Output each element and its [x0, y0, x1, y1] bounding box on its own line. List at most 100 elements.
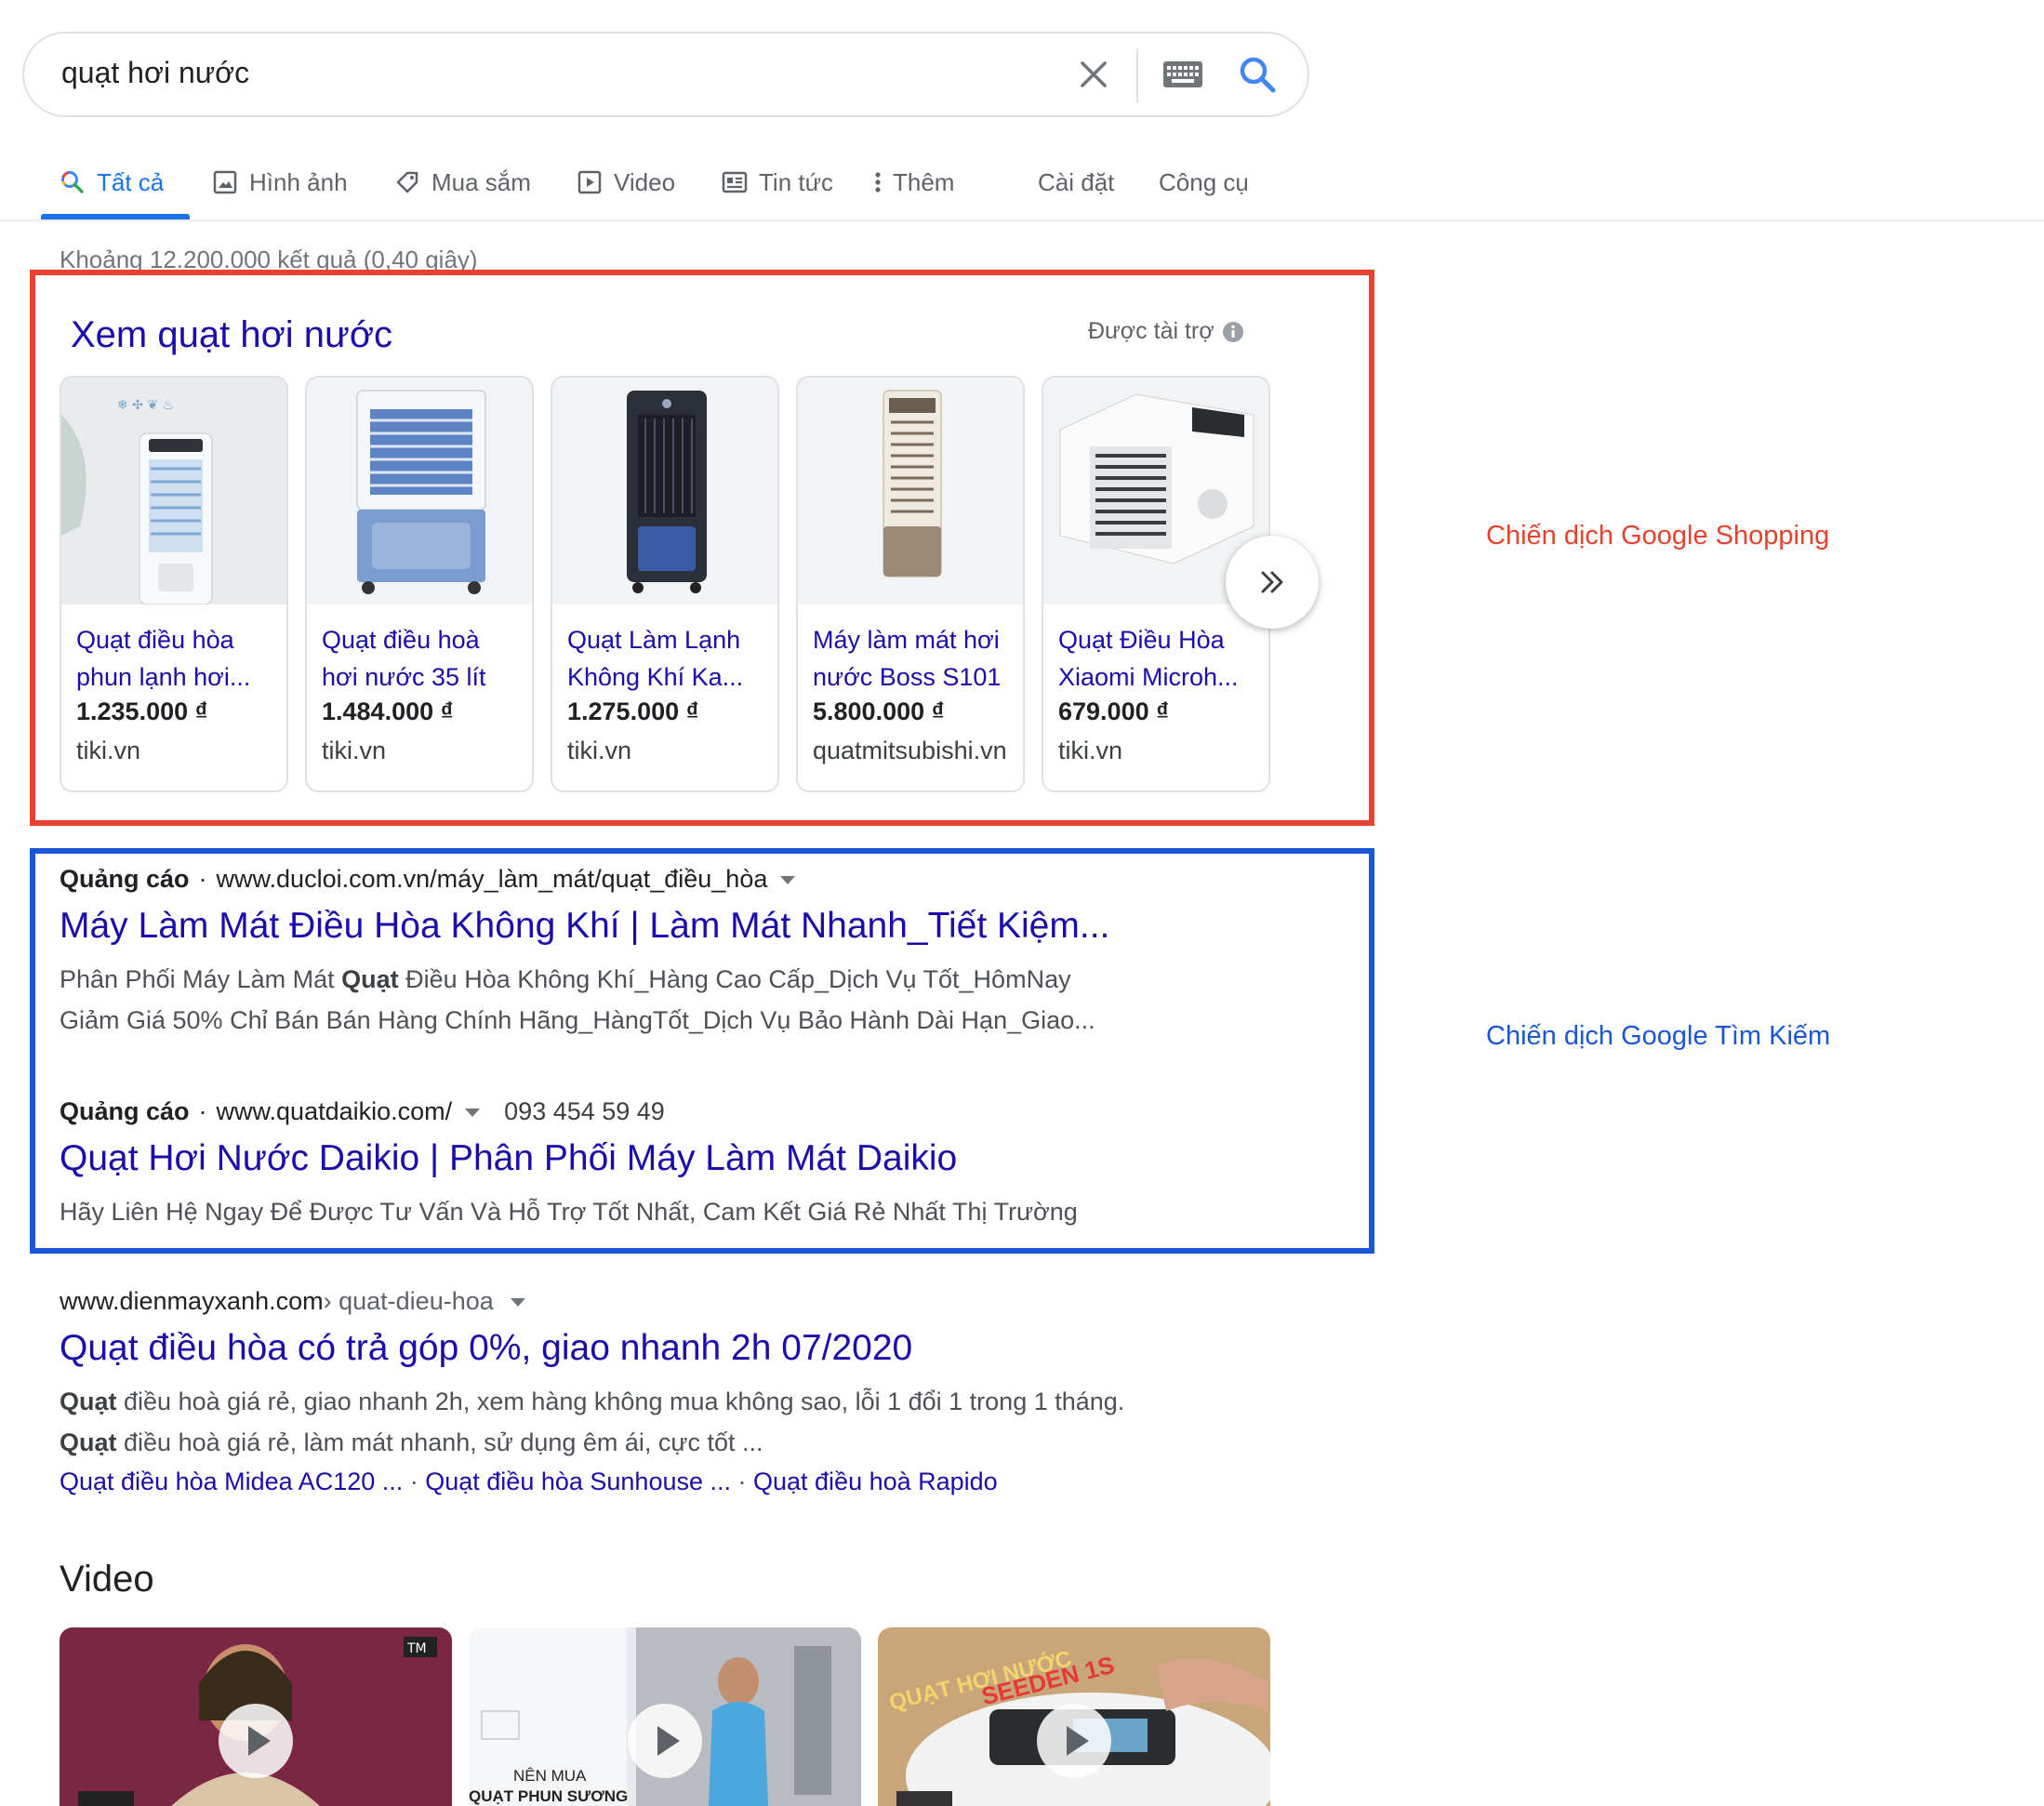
svg-text:TM: TM — [406, 1641, 427, 1656]
shopping-campaign-label: Chiến dịch Google Shopping — [1486, 521, 1830, 551]
ad-badge: Quảng cáo — [60, 1097, 190, 1125]
result-breadcrumb: › quat-dieu-hoa — [323, 1287, 494, 1315]
sitelink[interactable]: Quạt điều hòa Midea AC120 ... — [60, 1467, 403, 1495]
product-name-line: Quạt Làm Lạnh — [567, 626, 741, 654]
product-name[interactable]: Quạt Điều Hòa Xiaomi Microh... — [1058, 621, 1263, 696]
result-url[interactable]: www.dienmayxanh.com › quat-dieu-hoa — [60, 1287, 527, 1316]
product-price: 1.235.000 ₫ — [76, 697, 208, 725]
product-name-line: Máy làm mát hơi — [813, 626, 1000, 654]
search-campaign-label: Chiến dịch Google Tìm Kiếm — [1486, 1021, 1831, 1051]
product-name[interactable]: Quạt Làm Lạnh Không Khí Ka... — [567, 621, 772, 696]
product-name[interactable]: Quạt điều hòa phun lạnh hơi... — [76, 621, 281, 696]
product-image: ❄ ✣ ❦ ♨ — [61, 378, 286, 604]
product-price: 5.800.000 ₫ — [813, 697, 945, 725]
product-image — [552, 378, 777, 604]
result-title[interactable]: Quạt điều hòa có trả góp 0%, giao nhanh … — [60, 1328, 912, 1369]
tab-tools[interactable]: Công cụ — [1159, 164, 1249, 201]
tab-label: Mua sắm — [431, 167, 531, 196]
play-icon — [248, 1726, 271, 1756]
carousel-next-button[interactable] — [1226, 536, 1319, 629]
clear-icon[interactable] — [1071, 52, 1116, 97]
product-name-line: phun lạnh hơi... — [76, 663, 251, 691]
ad-description: Giảm Giá 50% Chỉ Bán Bán Hàng Chính Hãng… — [60, 1006, 1095, 1034]
active-tab-indicator — [41, 214, 190, 219]
svg-text:❄ ✣ ❦ ♨: ❄ ✣ ❦ ♨ — [117, 398, 174, 413]
ad-description: Phân Phối Máy Làm Mát Quạt Điều Hòa Khôn… — [60, 965, 1071, 994]
product-name-line: hơi nước 35 lít — [322, 663, 486, 691]
product-name-line: Xiaomi Microh... — [1058, 663, 1239, 691]
caret-down-icon[interactable] — [463, 1106, 482, 1119]
play-button[interactable] — [1037, 1704, 1111, 1778]
ad-title[interactable]: Máy Làm Mát Điều Hòa Không Khí | Làm Mát… — [60, 906, 1109, 947]
play-icon — [1067, 1726, 1089, 1756]
tab-label: Video — [614, 167, 676, 196]
keyboard-icon[interactable] — [1162, 60, 1203, 91]
tag-icon — [396, 171, 418, 193]
product-card[interactable]: Quạt Làm Lạnh Không Khí Ka... 1.275.000 … — [551, 376, 779, 792]
search-tabs: Tất cả Hình ảnh Mua sắm Video Tin tức Th… — [0, 139, 2044, 221]
more-vert-icon — [875, 172, 881, 193]
sponsored-text: Được tài trợ — [1088, 318, 1214, 344]
shopping-title[interactable]: Xem quạt hơi nước — [71, 314, 392, 356]
tab-images[interactable]: Hình ảnh — [212, 164, 348, 201]
tab-video[interactable]: Video — [577, 164, 675, 201]
sponsored-label: Được tài trợ — [1088, 318, 1244, 345]
ad-badge: Quảng cáo — [60, 865, 190, 893]
product-card[interactable]: Quạt điều hoà hơi nước 35 lít 1.484.000 … — [305, 376, 534, 792]
sitelink[interactable]: Quạt điều hoà Rapido — [753, 1467, 998, 1495]
tab-all[interactable]: Tất cả — [60, 164, 164, 201]
tab-label: Hình ảnh — [249, 167, 348, 196]
ad-desc-text: Điều Hòa Không Khí_Hàng Cao Cấp_Dịch Vụ … — [398, 965, 1071, 993]
tab-news[interactable]: Tin tức — [722, 164, 833, 201]
info-icon[interactable] — [1222, 321, 1244, 343]
snippet-bold: Quạt — [60, 1428, 117, 1456]
product-store: tiki.vn — [1058, 737, 1123, 764]
image-icon — [213, 170, 237, 194]
snippet-text: điều hoà giá rẻ, làm mát nhanh, sử dụng … — [116, 1428, 763, 1456]
video-thumbnail[interactable]: TM — [60, 1627, 452, 1806]
search-divider — [1136, 48, 1138, 102]
product-name-line: Quạt điều hòa — [76, 626, 234, 654]
product-price: 1.484.000 ₫ — [322, 697, 454, 725]
product-price: 1.275.000 ₫ — [567, 697, 699, 725]
search-input[interactable]: quạt hơi nước — [61, 56, 249, 90]
product-image — [798, 378, 1023, 604]
play-button[interactable] — [219, 1704, 293, 1778]
product-store: tiki.vn — [322, 737, 387, 764]
ad-desc-bold: Quạt — [341, 965, 399, 993]
tab-more[interactable]: Thêm — [870, 164, 954, 201]
sitelinks: Quạt điều hòa Midea AC120 ... · Quạt điề… — [60, 1467, 998, 1496]
tab-shopping[interactable]: Mua sắm — [394, 164, 531, 201]
search-icon — [61, 171, 84, 193]
product-name[interactable]: Quạt điều hoà hơi nước 35 lít — [322, 621, 526, 696]
tab-label: Cài đặt — [1038, 167, 1115, 196]
ad-url[interactable]: www.quatdaikio.com/ — [217, 1097, 453, 1126]
caret-down-icon[interactable] — [509, 1295, 527, 1308]
ad-description: Hãy Liên Hệ Ngay Để Được Tư Vấn Và Hỗ Tr… — [60, 1198, 1078, 1226]
video-thumbnail[interactable]: QUẠT HƠI NƯỚC SEEDEN 1S — [878, 1627, 1270, 1806]
ad-url[interactable]: www.ducloi.com.vn/máy_làm_mát/quạt_điều_… — [217, 865, 768, 894]
sitelink-separator: · — [731, 1467, 753, 1495]
search-icon[interactable] — [1235, 52, 1280, 97]
result-snippet: Quạt điều hoà giá rẻ, làm mát nhanh, sử … — [60, 1428, 763, 1457]
ad-url-line: Quảng cáo · www.ducloi.com.vn/máy_làm_má… — [60, 865, 797, 894]
tab-label: Tất cả — [97, 167, 165, 196]
video-caption: QUẠT PHUN SƯƠNG — [469, 1787, 629, 1805]
tab-label: Công cụ — [1159, 167, 1249, 196]
search-box[interactable]: quạt hơi nước — [22, 32, 1309, 117]
product-name[interactable]: Máy làm mát hơi nước Boss S101 — [813, 621, 1017, 696]
product-card[interactable]: Máy làm mát hơi nước Boss S101 5.800.000… — [796, 376, 1025, 792]
product-name-line: Quạt điều hoà — [322, 626, 480, 654]
tab-label: Tin tức — [759, 167, 834, 196]
product-card[interactable]: ❄ ✣ ❦ ♨ Quạt điều hòa phun lạnh hơi... 1… — [60, 376, 288, 792]
sitelink[interactable]: Quạt điều hòa Sunhouse ... — [425, 1467, 731, 1495]
play-button[interactable] — [628, 1704, 702, 1778]
ad-phone[interactable]: 093 454 59 49 — [504, 1097, 665, 1126]
product-store: tiki.vn — [567, 737, 632, 764]
snippet-text: điều hoà giá rẻ, giao nhanh 2h, xem hàng… — [116, 1388, 1125, 1415]
video-thumbnail[interactable]: NÊN MUA QUẠT PHUN SƯƠNG — [469, 1627, 861, 1806]
tab-settings[interactable]: Cài đặt — [1038, 164, 1114, 201]
caret-down-icon[interactable] — [778, 873, 797, 886]
play-icon — [577, 170, 602, 194]
ad-title[interactable]: Quạt Hơi Nước Daikio | Phân Phối Máy Làm… — [60, 1138, 957, 1179]
